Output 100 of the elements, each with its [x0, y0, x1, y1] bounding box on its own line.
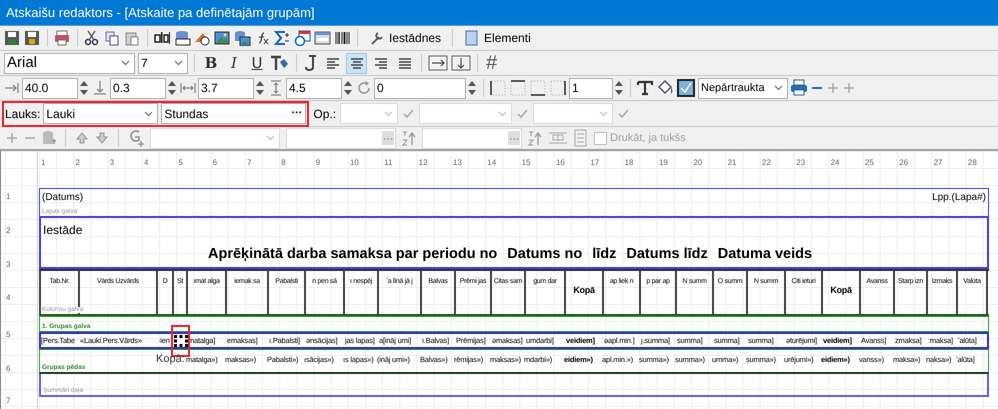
ruler-number: 8 [281, 157, 286, 169]
chevron-down-icon [497, 108, 508, 118]
chevron-down-icon [265, 133, 276, 143]
grid-button[interactable]: # [484, 53, 500, 73]
field-label: Lauks: [5, 106, 40, 122]
database-field-icon[interactable] [174, 30, 191, 46]
title-text: Datums no [507, 245, 582, 264]
barcode-icon[interactable] [334, 30, 351, 46]
border-icon[interactable] [489, 79, 507, 97]
ruler-number: 19 [658, 157, 668, 169]
chevron-down-icon [598, 108, 610, 118]
line-style-select[interactable]: Nepārtraukta [698, 78, 788, 98]
spread-horizontal-icon[interactable] [428, 54, 448, 72]
ruler-number: 2 [6, 225, 10, 237]
total-label: Kopā: [156, 353, 186, 366]
border-icon[interactable] [529, 79, 547, 97]
height-icon[interactable] [268, 80, 284, 96]
field-input[interactable]: Stundas ··· [161, 103, 306, 124]
toolbar-button[interactable]: Iestādnes [364, 27, 446, 49]
title-text: Aprēķinātā darba samaksa par periodu no [208, 245, 498, 264]
title-text: Datuma veids [718, 245, 812, 264]
font-icon[interactable] [636, 79, 654, 97]
align-center-button[interactable] [346, 52, 367, 74]
ruler-number: 13 [452, 157, 462, 169]
ruler-number: 24 [830, 157, 840, 169]
expression-field[interactable] [286, 128, 396, 148]
align-icon [396, 56, 412, 70]
ruler-number: 11 [384, 157, 393, 169]
font-select[interactable]: Arial [4, 52, 135, 74]
font-size-select[interactable]: 7 [138, 52, 188, 74]
ruler-number: 14 [487, 157, 496, 169]
ruler-number: 28 [968, 157, 977, 169]
expression-field[interactable] [422, 128, 522, 148]
ruler-number: 12 [418, 157, 428, 169]
ruler-number: 5 [178, 157, 183, 169]
cut-icon[interactable] [84, 30, 101, 46]
ruler-number: 17 [590, 157, 600, 169]
operator-label: Op.: [313, 106, 336, 122]
frame-icon[interactable] [676, 78, 696, 98]
ruler-number: 26 [899, 157, 908, 169]
ruler-number: 3 [110, 157, 114, 169]
checkmark-icon[interactable] [402, 107, 416, 120]
ellipsis-icon[interactable] [508, 131, 520, 145]
save-icon[interactable] [4, 30, 21, 46]
justify-text-icon[interactable] [303, 54, 319, 72]
database-image-icon[interactable] [234, 30, 251, 46]
format-button[interactable]: B [201, 53, 221, 73]
save-as-icon[interactable] [24, 30, 41, 46]
ellipsis-icon[interactable] [382, 131, 394, 145]
printer-icon[interactable] [54, 30, 71, 46]
ruler-number: 15 [522, 157, 531, 169]
chevron-down-icon [173, 58, 184, 68]
source-select[interactable]: Lauki [43, 103, 158, 124]
image-icon[interactable] [214, 30, 231, 46]
top-field[interactable]: 0.3 [110, 78, 166, 98]
border-width-field[interactable]: 1 [569, 78, 613, 98]
institution-field: Iestāde [43, 221, 82, 239]
ruler-number: 3 [6, 259, 10, 271]
format-button[interactable]: I [224, 53, 244, 73]
height-field[interactable]: 4.5 [286, 78, 342, 98]
window-icon[interactable] [314, 30, 331, 46]
title-text: Datums līdz [626, 245, 708, 264]
column-header-cell: Kopā [566, 271, 604, 314]
ruler-number: 27 [934, 157, 942, 169]
toolbar-button[interactable]: Elementi [459, 27, 536, 49]
printer-icon[interactable] [790, 79, 808, 97]
ruler-number: 1 [6, 191, 10, 203]
ruler-number: 22 [762, 157, 771, 169]
column-header-cell: Kopā [823, 271, 861, 314]
ruler-number: 7 [6, 395, 10, 407]
checkmark-icon[interactable] [617, 107, 630, 120]
ruler-number: 4 [144, 157, 148, 169]
browse-button[interactable]: ··· [291, 105, 302, 122]
border-icon[interactable] [549, 79, 567, 97]
copy-icon[interactable] [104, 30, 121, 46]
left-field[interactable]: 40.0 [22, 78, 78, 98]
top-offset-icon[interactable] [92, 80, 108, 96]
sum-icon[interactable] [274, 30, 291, 46]
chevron-down-icon [143, 108, 154, 118]
wrench-icon [369, 30, 384, 46]
left-offset-icon[interactable] [4, 80, 20, 96]
format-button[interactable]: U [247, 53, 267, 73]
ruler-number: 18 [624, 157, 634, 169]
ruler-number: 5 [6, 329, 10, 341]
checkmark-icon[interactable] [516, 107, 530, 120]
border-icon[interactable] [509, 79, 527, 97]
chevron-down-icon [120, 58, 131, 68]
selected-field[interactable] [174, 334, 188, 347]
ruler-number: 21 [728, 157, 736, 169]
width-icon[interactable] [180, 80, 196, 96]
text-color-icon[interactable] [270, 54, 290, 72]
rotation-field[interactable]: 0 [374, 78, 466, 98]
page-number-field: Lpp.(Lapa#) [932, 190, 986, 205]
spread-vertical-icon[interactable] [451, 54, 471, 72]
calendar-clock-icon[interactable] [294, 30, 311, 46]
chevron-down-icon [383, 108, 394, 118]
paste-icon[interactable] [124, 30, 141, 46]
title-text: līdz [592, 245, 616, 264]
align-icon [324, 56, 340, 70]
width-field[interactable]: 3.7 [198, 78, 254, 98]
